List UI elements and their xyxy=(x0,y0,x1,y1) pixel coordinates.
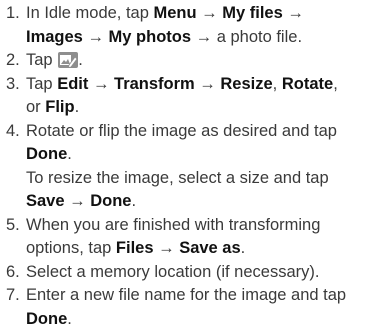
step-1: 1. In Idle mode, tap Menu → My files → I… xyxy=(0,2,364,49)
text: options, tap xyxy=(26,239,116,257)
text: Enter a new file name for the image and … xyxy=(26,286,347,304)
step-line: When you are finished with transforming xyxy=(26,214,364,238)
arrow: → xyxy=(88,74,115,93)
step-7: 7. Enter a new file name for the image a… xyxy=(0,284,364,331)
step-4: 4. Rotate or flip the image as desired a… xyxy=(0,120,364,214)
text: Rotate or flip the image as desired and … xyxy=(26,121,337,140)
text: , xyxy=(333,74,338,93)
instruction-steps: 1. In Idle mode, tap Menu → My files → I… xyxy=(0,2,364,331)
text: Select a memory location (if necessary). xyxy=(26,262,320,281)
flip-label: Flip xyxy=(45,98,75,116)
text: . xyxy=(74,98,80,116)
step-line: Images → My photos → a photo file. xyxy=(26,26,364,50)
text: When you are finished with transforming xyxy=(26,215,321,234)
arrow: → xyxy=(82,27,109,46)
step-line: Enter a new file name for the image and … xyxy=(26,284,364,308)
step-line: Tap Edit → Transform → Resize, Rotate, xyxy=(26,73,364,97)
text: Tap xyxy=(26,51,58,69)
step-number: 4. xyxy=(6,121,20,140)
step-number: 1. xyxy=(6,4,20,22)
arrow: → xyxy=(64,192,91,210)
text: . xyxy=(78,51,83,69)
images-label: Images xyxy=(26,27,83,46)
done-label: Done xyxy=(26,145,68,163)
step-line: Done. xyxy=(26,143,364,167)
step-subline: Save → Done. xyxy=(26,190,364,214)
step-3: 3. Tap Edit → Transform → Resize, Rotate… xyxy=(0,73,364,120)
transform-label: Transform xyxy=(114,74,195,93)
edit-label: Edit xyxy=(57,74,89,93)
my-photos-label: My photos xyxy=(108,27,192,46)
text: . xyxy=(67,309,72,328)
arrow: → xyxy=(153,239,180,257)
text: or xyxy=(26,98,46,116)
text: To resize the image, select a size and t… xyxy=(26,168,329,187)
done-label: Done xyxy=(26,309,68,328)
step-number: 2. xyxy=(6,51,20,69)
step-2: 2. Tap . xyxy=(0,49,364,73)
step-6: 6. Select a memory location (if necessar… xyxy=(0,261,364,285)
step-line: Tap . xyxy=(26,49,364,73)
step-line: Done. xyxy=(26,308,364,332)
text: Tap xyxy=(26,74,58,93)
step-number: 3. xyxy=(6,74,20,93)
edit-image-icon xyxy=(58,52,79,68)
text: . xyxy=(67,145,72,163)
arrow: → xyxy=(194,74,221,93)
step-line: or Flip. xyxy=(26,96,364,120)
step-line: Select a memory location (if necessary). xyxy=(26,261,364,285)
text: → a photo file. xyxy=(191,27,303,46)
step-number: 6. xyxy=(6,262,20,281)
text: In Idle mode, tap xyxy=(26,4,154,22)
done-label: Done xyxy=(90,192,132,210)
arrow: → xyxy=(196,4,223,22)
my-files-label: My files xyxy=(222,4,283,22)
text: . xyxy=(240,239,246,257)
step-subline: To resize the image, select a size and t… xyxy=(26,167,364,191)
step-line: Rotate or flip the image as desired and … xyxy=(26,120,364,144)
text: , xyxy=(272,74,282,93)
step-number: 7. xyxy=(6,286,20,304)
menu-label: Menu xyxy=(153,4,197,22)
step-number: 5. xyxy=(6,215,20,234)
rotate-label: Rotate xyxy=(281,74,334,93)
arrow: → xyxy=(282,4,304,22)
text: . xyxy=(131,192,137,210)
step-5: 5. When you are finished with transformi… xyxy=(0,214,364,261)
step-line: options, tap Files → Save as. xyxy=(26,237,364,261)
resize-label: Resize xyxy=(220,74,273,93)
save-label: Save xyxy=(26,192,65,210)
files-label: Files xyxy=(115,239,154,257)
save-as-label: Save as xyxy=(179,239,241,257)
step-line: In Idle mode, tap Menu → My files → xyxy=(26,2,364,26)
